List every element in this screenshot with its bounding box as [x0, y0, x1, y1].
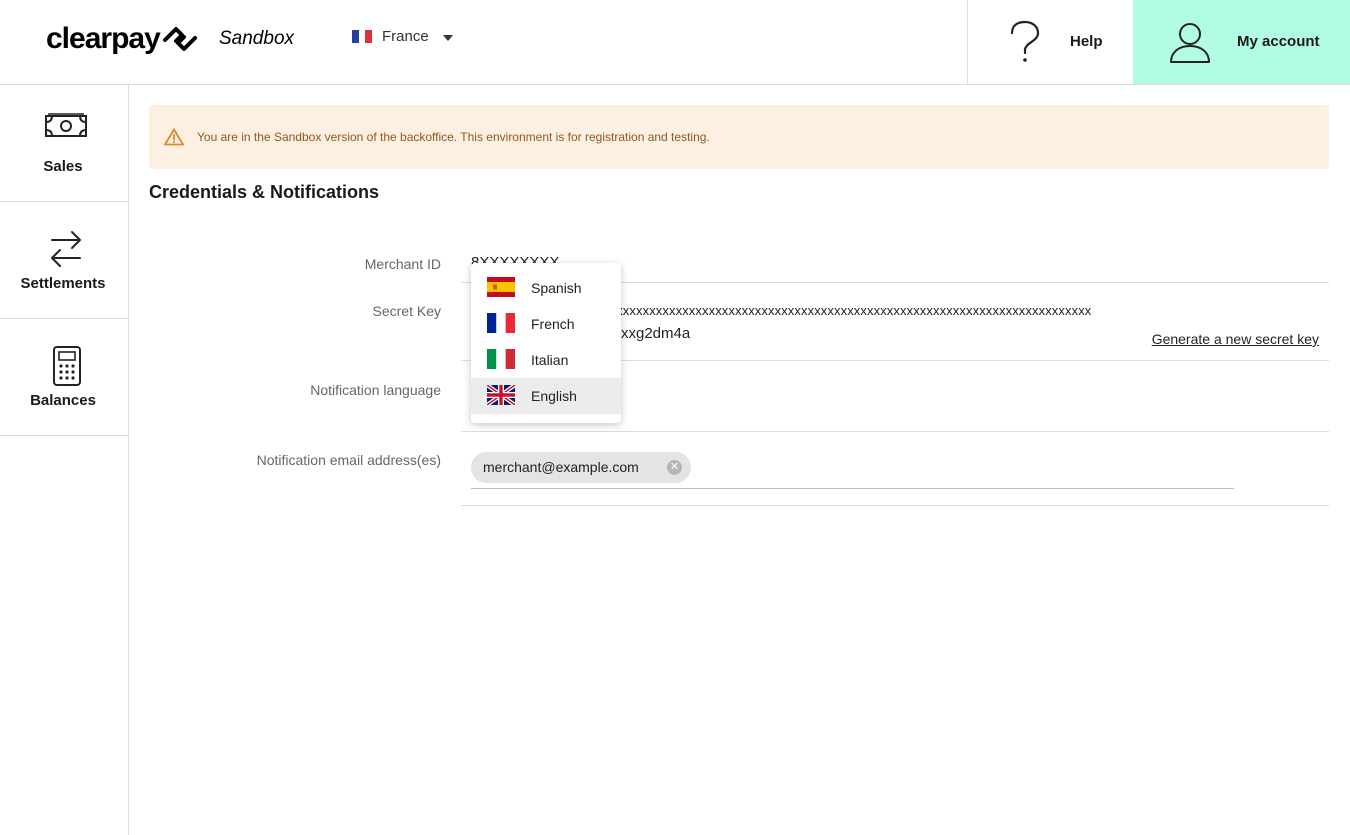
logo-wordmark: clearpay — [46, 22, 161, 55]
france-flag-icon — [352, 30, 373, 43]
language-option-label: English — [531, 388, 577, 404]
help-label: Help — [1070, 33, 1103, 50]
email-input-underline[interactable] — [471, 488, 1234, 489]
sidebar-item-label: Sales — [43, 158, 83, 175]
sidebar-item-label: Balances — [30, 392, 96, 409]
secret-key-value-line2: xxg2dm4a — [621, 325, 691, 342]
country-name: France — [382, 28, 429, 45]
page-title: Credentials & Notifications — [149, 182, 380, 202]
language-dropdown-menu: Spanish French Italian English — [471, 263, 621, 423]
email-chip-text: merchant@example.com — [483, 459, 639, 475]
sandbox-warning-banner: You are in the Sandbox version of the ba… — [149, 105, 1329, 169]
cash-icon — [45, 113, 87, 137]
country-selector[interactable]: France — [352, 28, 453, 45]
warning-icon — [164, 128, 184, 146]
generate-secret-key-link[interactable]: Generate a new secret key — [1152, 331, 1319, 347]
email-chip[interactable]: merchant@example.com ✕ — [471, 452, 691, 483]
italy-flag-icon — [487, 349, 515, 369]
language-option-label: Italian — [531, 352, 569, 368]
sidebar-item-label: Settlements — [20, 275, 106, 292]
spain-flag-icon — [487, 277, 515, 297]
language-option-italian[interactable]: Italian — [471, 342, 621, 378]
sidebar-item-settlements[interactable]: Settlements — [0, 202, 128, 319]
merchant-id-label: Merchant ID — [364, 256, 441, 272]
language-option-spanish[interactable]: Spanish — [471, 270, 621, 306]
france-flag-icon — [487, 313, 515, 333]
language-option-french[interactable]: French — [471, 306, 621, 342]
notification-language-label: Notification language — [310, 382, 441, 398]
chevron-down-icon — [442, 35, 453, 41]
sidebar: Sales Settlements Balances — [0, 85, 129, 835]
divider — [461, 505, 1329, 506]
calculator-icon — [53, 346, 81, 386]
help-button[interactable]: Help — [967, 0, 1133, 84]
secret-key-label: Secret Key — [372, 303, 441, 319]
language-option-label: French — [531, 316, 575, 332]
sidebar-item-sales[interactable]: Sales — [0, 85, 128, 202]
language-option-english[interactable]: English — [471, 378, 621, 414]
banner-text: You are in the Sandbox version of the ba… — [197, 130, 710, 144]
notification-email-label: Notification email address(es) — [256, 452, 441, 468]
sandbox-label: Sandbox — [219, 28, 295, 49]
language-option-label: Spanish — [531, 280, 582, 296]
close-icon[interactable]: ✕ — [667, 460, 682, 475]
uk-flag-icon — [487, 385, 515, 405]
top-header: clearpay Sandbox France Help My account — [0, 0, 1350, 85]
sidebar-item-balances[interactable]: Balances — [0, 319, 128, 436]
my-account-label: My account — [1237, 33, 1320, 50]
divider — [461, 431, 1329, 432]
logo-arrows-icon — [162, 27, 197, 51]
my-account-button[interactable]: My account — [1133, 0, 1350, 84]
transfer-arrows-icon — [51, 231, 81, 267]
user-icon — [1170, 23, 1210, 63]
question-mark-icon — [1010, 20, 1040, 62]
clearpay-logo[interactable]: clearpay — [46, 22, 198, 56]
